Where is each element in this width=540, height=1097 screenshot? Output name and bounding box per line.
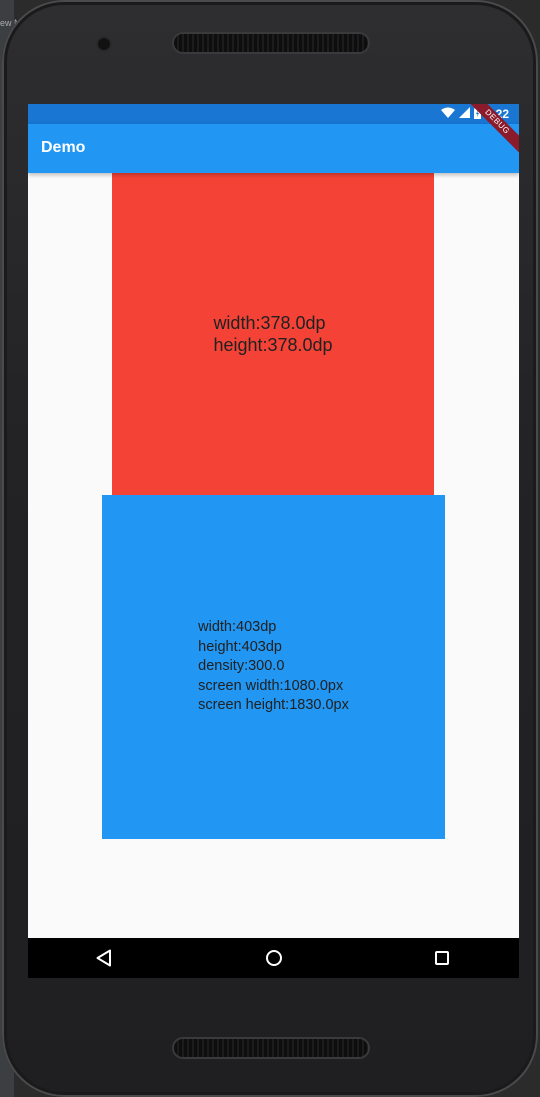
blue-box-screen-height: screen height:1830.0px — [198, 697, 349, 714]
bottom-speaker — [174, 1039, 368, 1057]
red-box: width:378.0dp height:378.0dp — [112, 173, 434, 495]
home-button[interactable] — [262, 946, 286, 970]
recent-apps-button[interactable] — [430, 946, 454, 970]
front-camera — [98, 38, 110, 50]
device-screen: 6:22 Demo DEBUG width:378.0dp height:378… — [28, 104, 519, 978]
red-box-height: height:378.0dp — [213, 335, 333, 355]
blue-box-screen-width: screen width:1080.0px — [198, 677, 344, 694]
navigation-bar — [28, 938, 519, 978]
phone-frame: 6:22 Demo DEBUG width:378.0dp height:378… — [2, 0, 538, 1097]
back-icon — [96, 949, 111, 967]
app-bar: Demo — [28, 124, 519, 173]
back-button[interactable] — [92, 946, 116, 970]
status-bar: 6:22 — [28, 104, 519, 124]
red-box-width: width:378.0dp — [213, 313, 326, 333]
home-icon — [266, 950, 282, 966]
blue-box-density: density:300.0 — [198, 658, 285, 675]
blue-box: width:403dp height:403dp density:300.0 s… — [102, 495, 445, 839]
red-box-text: width:378.0dp height:378.0dp — [213, 312, 332, 356]
app-title: Demo — [41, 139, 86, 156]
top-speaker — [174, 34, 368, 52]
signal-icon — [458, 107, 470, 121]
blue-box-width: width:403dp — [198, 619, 277, 636]
wifi-icon — [440, 107, 455, 121]
blue-box-text: width:403dp height:403dp density:300.0 s… — [198, 618, 349, 716]
recent-apps-icon — [435, 951, 449, 965]
blue-box-height: height:403dp — [198, 638, 282, 655]
